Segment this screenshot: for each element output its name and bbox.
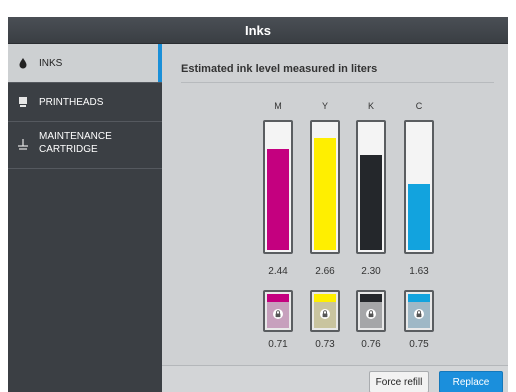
- force-refill-button[interactable]: Force refill: [369, 371, 429, 392]
- maintenance-cartridge-icon: [18, 139, 28, 150]
- sidebar-item-printheads[interactable]: PRINTHEADS: [8, 83, 162, 121]
- sidebar-item-maintenance-cartridge[interactable]: MAINTENANCE CARTRIDGE: [8, 122, 162, 168]
- sidebar: INKS PRINTHEADS MAINTENANCE CARTRIDGE: [8, 44, 162, 392]
- lock-icon: [414, 309, 424, 319]
- ink-tank-yellow[interactable]: [310, 120, 340, 254]
- cartridge-value-magenta: 0.71: [268, 339, 288, 350]
- lock-icon: [273, 309, 283, 319]
- cartridge-yellow[interactable]: [310, 290, 340, 332]
- ink-level-bar: [314, 138, 336, 250]
- ink-value-cyan: 1.63: [409, 266, 429, 277]
- ink-value-magenta: 2.44: [268, 266, 288, 277]
- ink-value-yellow: 2.66: [315, 266, 335, 277]
- cartridge-band: [360, 294, 382, 302]
- ink-tank-cyan[interactable]: [404, 120, 434, 254]
- ink-letter-yellow: Y: [321, 101, 328, 111]
- cartridge-band: [314, 294, 336, 302]
- lock-icon: [366, 309, 376, 319]
- cartridge-band: [408, 294, 430, 302]
- ink-letter-cyan: C: [415, 101, 423, 111]
- ink-tank-magenta[interactable]: [263, 120, 293, 254]
- ink-levels-panel: Estimated ink level measured in liters M…: [162, 44, 508, 365]
- ink-level-bar: [267, 148, 289, 250]
- cartridge-value-cyan: 0.75: [409, 339, 429, 350]
- cartridge-magenta[interactable]: [263, 290, 293, 332]
- printer-panel: Inks INKS PRINTHEADS MAINTENANCE CARTRID…: [8, 17, 508, 392]
- replace-button[interactable]: Replace: [439, 371, 503, 392]
- page-title: Estimated ink level measured in liters: [181, 63, 378, 75]
- sidebar-item-label: MAINTENANCE: [39, 131, 112, 142]
- cartridge-black[interactable]: [356, 290, 386, 332]
- sidebar-item-label: CARTRIDGE: [39, 144, 98, 155]
- sidebar-item-label: INKS: [39, 58, 63, 69]
- divider: [181, 82, 494, 83]
- window-title: Inks: [8, 17, 508, 44]
- divider: [8, 168, 162, 169]
- printhead-icon: [19, 97, 27, 107]
- cartridge-band: [267, 294, 289, 302]
- ink-value-black: 2.30: [361, 266, 381, 277]
- sidebar-item-label: PRINTHEADS: [39, 97, 104, 108]
- ink-letter-black: K: [367, 101, 374, 111]
- ink-letter-magenta: M: [274, 101, 282, 111]
- action-bar: Force refill Replace: [162, 365, 508, 392]
- cartridge-cyan[interactable]: [404, 290, 434, 332]
- lock-icon: [320, 309, 330, 319]
- sidebar-item-inks[interactable]: INKS: [8, 44, 162, 82]
- ink-level-bar: [360, 155, 382, 250]
- ink-drop-icon: [19, 58, 27, 69]
- ink-level-bar: [408, 183, 430, 250]
- ink-tank-black[interactable]: [356, 120, 386, 254]
- cartridge-value-black: 0.76: [361, 339, 381, 350]
- cartridge-value-yellow: 0.73: [315, 339, 335, 350]
